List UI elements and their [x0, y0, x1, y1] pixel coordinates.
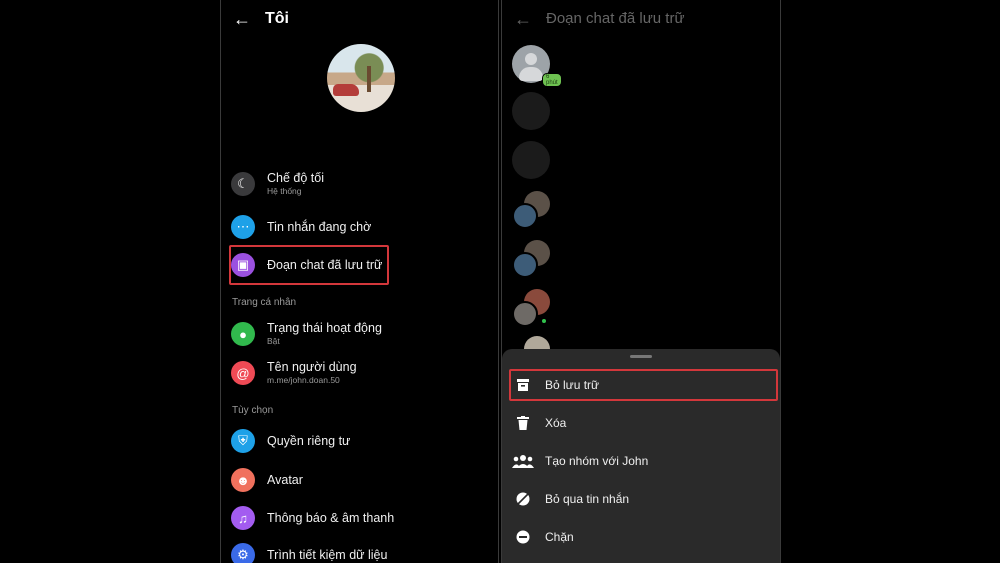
message-requests-label: Tin nhắn đang chờ — [267, 220, 372, 234]
privacy-row[interactable]: ⛨ Quyền riêng tư — [231, 423, 491, 459]
ignore-icon — [512, 489, 534, 509]
group-chat-avatar[interactable] — [512, 191, 552, 231]
data-saver-icon: ⚙ — [231, 543, 255, 563]
ignore-messages-button[interactable]: Bỏ qua tin nhắn — [512, 483, 774, 515]
highlight-box — [229, 245, 389, 285]
ignore-messages-label: Bỏ qua tin nhắn — [545, 492, 630, 506]
top-bar: ← Tôi — [221, 0, 498, 40]
notifications-row[interactable]: ♫ Thông báo & âm thanh — [231, 500, 491, 536]
group-chat-avatar[interactable] — [512, 240, 552, 280]
chat-avatar[interactable] — [512, 141, 550, 179]
people-icon — [512, 451, 534, 471]
action-sheet: Bỏ lưu trữ Xóa Tạo nhóm với John Bỏ qua … — [502, 349, 780, 563]
me-settings-screen: ← Tôi ☾ Chế độ tối Hệ thống ⋯ Tin nhắn đ… — [220, 0, 499, 563]
trash-icon — [512, 413, 534, 433]
top-bar: ← Đoạn chat đã lưu trữ — [502, 0, 780, 40]
chat-bubble-icon: ⋯ — [231, 215, 255, 239]
avatar-icon: ☻ — [231, 468, 255, 492]
username-label: Tên người dùng — [267, 360, 357, 374]
block-button[interactable]: Chặn — [512, 521, 774, 553]
dark-mode-row[interactable]: ☾ Chế độ tối Hệ thống — [231, 166, 491, 202]
dark-mode-label: Chế độ tối — [267, 171, 324, 185]
online-dot — [540, 317, 548, 325]
notifications-label: Thông báo & âm thanh — [267, 511, 395, 525]
username-value: m.me/john.doan.50 — [267, 375, 340, 385]
shield-icon: ⛨ — [231, 429, 255, 453]
active-status-label: Trạng thái hoạt động — [267, 321, 382, 335]
back-arrow-icon[interactable]: ← — [233, 9, 251, 30]
sheet-handle[interactable] — [630, 355, 652, 358]
bell-icon: ♫ — [231, 506, 255, 530]
data-saver-label: Trình tiết kiệm dữ liệu — [267, 548, 388, 562]
page-title: Đoạn chat đã lưu trữ — [546, 10, 685, 27]
username-row[interactable]: @ Tên người dùng m.me/john.doan.50 — [231, 355, 491, 391]
time-badge: 6 phút — [542, 73, 562, 87]
active-status-row[interactable]: ● Trạng thái hoạt động Bật — [231, 316, 491, 352]
dark-mode-value: Hệ thống — [267, 186, 302, 196]
delete-label: Xóa — [545, 416, 567, 430]
profile-avatar[interactable] — [327, 44, 395, 112]
create-group-button[interactable]: Tạo nhóm với John — [512, 445, 774, 477]
chat-avatar[interactable]: 6 phút — [512, 45, 562, 87]
moon-icon: ☾ — [231, 172, 255, 196]
block-icon — [512, 527, 534, 547]
delete-button[interactable]: Xóa — [512, 407, 774, 439]
create-group-label: Tạo nhóm với John — [545, 454, 649, 468]
back-arrow-icon[interactable]: ← — [514, 9, 532, 30]
section-profile-heading: Trang cá nhân — [232, 297, 297, 308]
block-label: Chặn — [545, 530, 574, 544]
at-sign-icon: @ — [231, 361, 255, 385]
archived-chats-screen: ← Đoạn chat đã lưu trữ 6 phút Bỏ lưu trữ… — [501, 0, 781, 563]
activity-status-icon: ● — [231, 322, 255, 346]
group-chat-avatar[interactable] — [512, 289, 552, 329]
data-saver-row[interactable]: ⚙ Trình tiết kiệm dữ liệu — [231, 537, 491, 563]
avatar-label: Avatar — [267, 473, 303, 487]
avatar-row[interactable]: ☻ Avatar — [231, 462, 491, 498]
page-title: Tôi — [265, 10, 289, 27]
message-requests-row[interactable]: ⋯ Tin nhắn đang chờ — [231, 209, 491, 245]
chat-avatar[interactable] — [512, 92, 550, 130]
section-options-heading: Tùy chọn — [232, 405, 274, 416]
highlight-box — [509, 369, 778, 401]
active-status-value: Bật — [267, 336, 280, 346]
privacy-label: Quyền riêng tư — [267, 434, 351, 448]
